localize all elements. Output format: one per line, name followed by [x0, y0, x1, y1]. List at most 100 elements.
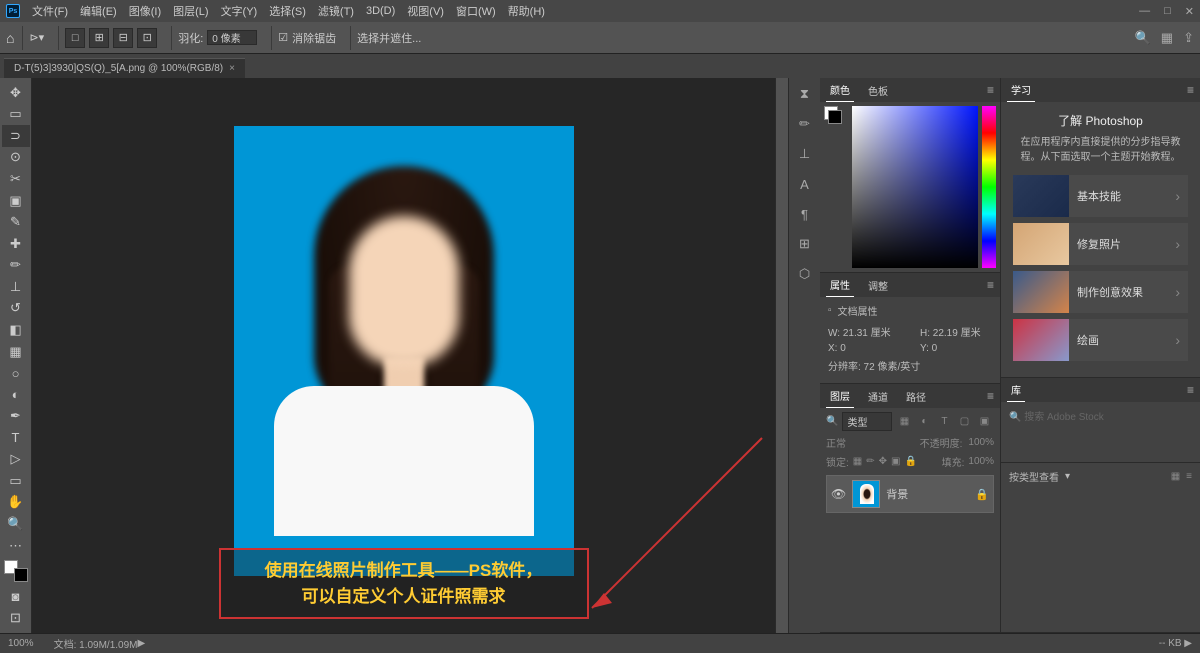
filter-pixel-icon[interactable]: ▦	[896, 414, 912, 430]
lock-all-icon[interactable]: 🔒	[904, 456, 916, 467]
panel-menu-icon[interactable]: ≡	[987, 389, 994, 403]
menu-help[interactable]: 帮助(H)	[508, 3, 545, 19]
library-search-input[interactable]: 🔍 搜索 Adobe Stock	[1009, 408, 1192, 423]
zoom-level[interactable]: 100%	[8, 638, 34, 649]
learn-item-repair[interactable]: 修复照片›	[1013, 223, 1188, 265]
type-tool[interactable]: T	[2, 427, 30, 449]
path-select-tool[interactable]: ▷	[2, 449, 30, 471]
maximize-icon[interactable]: □	[1164, 5, 1171, 18]
crop-tool[interactable]: ✂	[2, 168, 30, 190]
eraser-tool[interactable]: ◧	[2, 319, 30, 341]
selection-new-icon[interactable]: □	[65, 28, 85, 48]
hand-tool[interactable]: ✋	[2, 492, 30, 514]
filter-adjust-icon[interactable]: ◐	[916, 414, 932, 430]
properties-tab[interactable]: 属性	[826, 273, 854, 297]
search-icon[interactable]: 🔍	[1135, 30, 1151, 46]
shape-tool[interactable]: ▭	[2, 470, 30, 492]
brush-panel-icon[interactable]: ✏	[795, 114, 815, 134]
learn-tab[interactable]: 学习	[1007, 78, 1035, 102]
menu-filter[interactable]: 滤镜(T)	[318, 3, 354, 19]
edit-toolbar-icon[interactable]: ⋯	[2, 535, 30, 557]
document-tab[interactable]: D-T(5)3]3930]QS(Q)_5[A.png @ 100%(RGB/8)…	[4, 58, 245, 78]
panel-menu-icon[interactable]: ≡	[1187, 83, 1194, 97]
selection-intersect-icon[interactable]: ⊡	[137, 28, 157, 48]
layer-visibility-icon[interactable]: 👁	[831, 487, 846, 501]
blur-tool[interactable]: ○	[2, 362, 30, 384]
workspace-icon[interactable]: ▦	[1161, 30, 1173, 46]
close-tab-icon[interactable]: ×	[229, 63, 235, 74]
lock-artboard-icon[interactable]: ▣	[891, 456, 900, 467]
menu-view[interactable]: 视图(V)	[407, 3, 444, 19]
layers-tab[interactable]: 图层	[826, 384, 854, 408]
glyph-panel-icon[interactable]: ⊞	[795, 234, 815, 254]
panel-menu-icon[interactable]: ≡	[987, 83, 994, 97]
history-panel-icon[interactable]: ⧗	[795, 84, 815, 104]
menu-edit[interactable]: 编辑(E)	[80, 3, 117, 19]
fill-value[interactable]: 100%	[968, 456, 994, 467]
selection-subtract-icon[interactable]: ⊟	[113, 28, 133, 48]
move-tool[interactable]: ✥	[2, 82, 30, 104]
filter-type-icon[interactable]: T	[936, 414, 952, 430]
quickmask-icon[interactable]: ◙	[2, 586, 30, 608]
select-and-mask-button[interactable]: 选择并遮住...	[357, 30, 421, 46]
canvas-area[interactable]: 使用在线照片制作工具——PS软件， 可以自定义个人证件照需求	[32, 78, 775, 633]
paragraph-panel-icon[interactable]: ¶	[795, 204, 815, 224]
filter-smart-icon[interactable]: ▣	[976, 414, 992, 430]
feather-input[interactable]	[207, 30, 257, 45]
brush-tool[interactable]: ✏	[2, 255, 30, 277]
lock-pos-icon[interactable]: ✥	[879, 456, 887, 467]
color-picker-field[interactable]	[852, 106, 978, 268]
layer-lock-icon[interactable]: 🔒	[975, 488, 989, 501]
menu-file[interactable]: 文件(F)	[32, 3, 68, 19]
lib-list-icon[interactable]: ≡	[1186, 471, 1192, 482]
lasso-tool[interactable]: ⊃	[2, 125, 30, 147]
layer-filter-select[interactable]: 类型	[842, 412, 892, 431]
lib-view-select[interactable]: 按类型查看	[1009, 469, 1059, 484]
libraries-tab[interactable]: 库	[1007, 378, 1025, 402]
hue-slider[interactable]	[982, 106, 996, 268]
menu-select[interactable]: 选择(S)	[269, 3, 306, 19]
document-canvas[interactable]	[234, 126, 574, 576]
share-icon[interactable]: ⇪	[1183, 30, 1194, 46]
clone-panel-icon[interactable]: ⊥	[795, 144, 815, 164]
character-panel-icon[interactable]: A	[795, 174, 815, 194]
menu-image[interactable]: 图像(I)	[129, 3, 161, 19]
menu-3d[interactable]: 3D(D)	[366, 5, 395, 17]
menu-layer[interactable]: 图层(L)	[173, 3, 208, 19]
marquee-tool[interactable]: ▭	[2, 104, 30, 126]
pen-tool[interactable]: ✒	[2, 405, 30, 427]
learn-item-paint[interactable]: 绘画›	[1013, 319, 1188, 361]
lock-trans-icon[interactable]: ▦	[853, 456, 862, 467]
quick-select-tool[interactable]: ⊙	[2, 147, 30, 169]
layer-background[interactable]: 👁 背景 🔒	[826, 475, 994, 513]
swatches-tab[interactable]: 色板	[864, 79, 892, 102]
panel-menu-icon[interactable]: ≡	[1187, 383, 1194, 397]
color-swatch[interactable]	[4, 560, 28, 582]
history-brush-tool[interactable]: ↺	[2, 298, 30, 320]
stamp-tool[interactable]: ⊥	[2, 276, 30, 298]
minimize-icon[interactable]: —	[1139, 5, 1150, 18]
filter-shape-icon[interactable]: ▢	[956, 414, 972, 430]
healing-tool[interactable]: ✚	[2, 233, 30, 255]
blend-mode-select[interactable]: 正常	[826, 435, 846, 450]
zoom-tool[interactable]: 🔍	[2, 513, 30, 535]
close-window-icon[interactable]: ✕	[1185, 5, 1194, 18]
learn-item-basics[interactable]: 基本技能›	[1013, 175, 1188, 217]
document-info[interactable]: 文档: 1.09M/1.09M	[54, 636, 138, 651]
opacity-value[interactable]: 100%	[968, 437, 994, 448]
channels-tab[interactable]: 通道	[864, 385, 892, 408]
layer-thumbnail[interactable]	[852, 480, 880, 508]
adjustments-tab[interactable]: 调整	[864, 274, 892, 297]
eyedropper-tool[interactable]: ✎	[2, 211, 30, 233]
lib-grid-icon[interactable]: ▦	[1171, 471, 1180, 482]
menu-window[interactable]: 窗口(W)	[456, 3, 496, 19]
selection-add-icon[interactable]: ⊞	[89, 28, 109, 48]
antialias-checkbox[interactable]: ☑	[278, 31, 288, 44]
home-icon[interactable]: ⌂	[6, 30, 14, 46]
layer-name[interactable]: 背景	[886, 486, 908, 502]
learn-item-creative[interactable]: 制作创意效果›	[1013, 271, 1188, 313]
dodge-tool[interactable]: ◐	[2, 384, 30, 406]
color-fg-bg-swatch[interactable]	[824, 106, 842, 124]
lock-pixel-icon[interactable]: ✏	[866, 456, 874, 467]
screenmode-icon[interactable]: ⊡	[2, 608, 30, 630]
